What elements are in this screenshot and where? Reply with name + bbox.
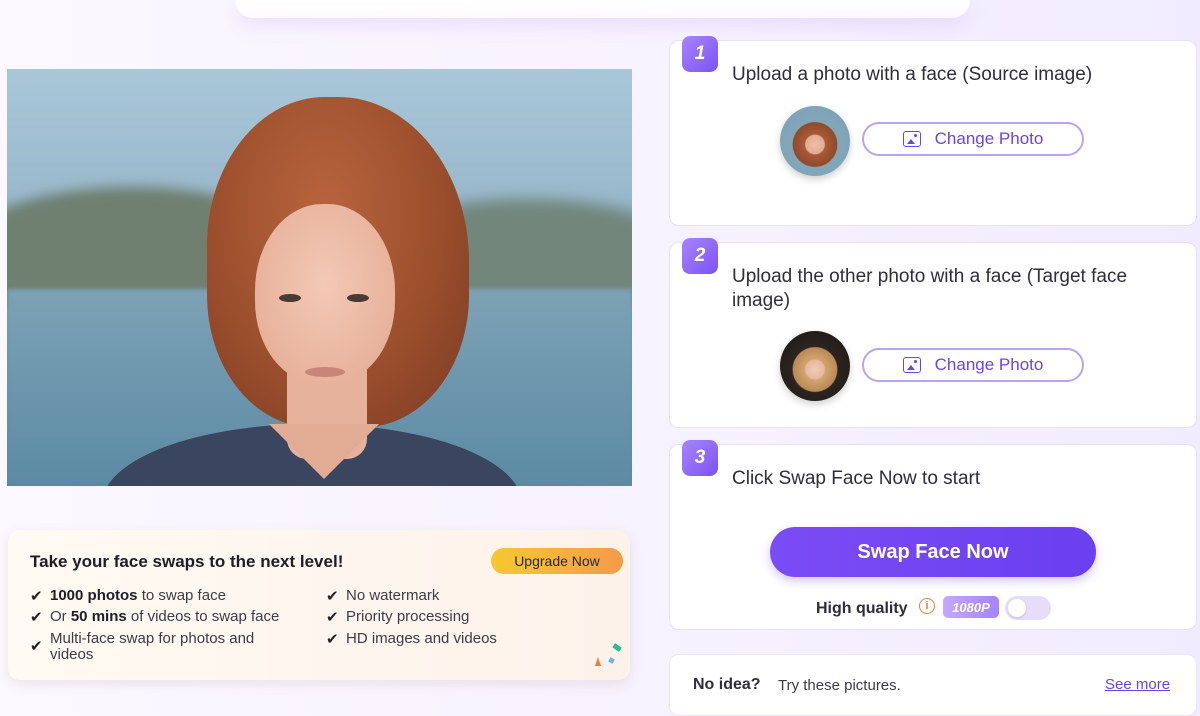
resolution-badge: 1080P (943, 596, 999, 618)
step-number-badge: 1 (682, 36, 718, 72)
high-quality-label: High quality (816, 600, 908, 617)
confetti-icon (612, 643, 622, 652)
upgrade-card: Take your face swaps to the next level! … (8, 530, 630, 680)
confetti-icon (595, 657, 601, 666)
image-icon (902, 357, 921, 373)
try-pictures-text: Try these pictures. (778, 677, 901, 694)
step-card-swap: 3 Click Swap Face Now to start Swap Face… (669, 440, 1197, 630)
sample-pictures-bar: No idea? Try these pictures. See more (669, 654, 1197, 716)
feature-item: ✔ Multi-face swap for photos and videos (30, 630, 255, 663)
upgrade-now-button[interactable]: Upgrade Now (491, 548, 623, 574)
feature-item: ✔ Priority processing (326, 608, 470, 626)
check-icon: ✔ (326, 609, 339, 626)
step-instruction: Upload a photo with a face (Source image… (732, 64, 1093, 85)
portrait-eye (347, 294, 369, 302)
swap-face-now-button[interactable]: Swap Face Now (770, 527, 1096, 577)
top-banner-edge (235, 0, 970, 18)
change-photo-label: Change Photo (934, 355, 1044, 374)
source-face-thumbnail[interactable] (780, 106, 850, 176)
change-target-photo-button[interactable]: Change Photo (862, 348, 1084, 382)
confetti-icon (608, 657, 615, 664)
feature-item: ✔ Or 50 mins of videos to swap face (30, 608, 280, 626)
no-idea-label: No idea? (693, 676, 761, 693)
feature-item: ✔ 1000 photos to swap face (30, 587, 226, 605)
preview-image (7, 69, 632, 486)
step-instruction: Upload the other photo with a face (Targ… (732, 266, 1128, 311)
portrait-eye (279, 294, 301, 302)
feature-item: ✔ No watermark (326, 587, 440, 605)
check-icon: ✔ (326, 631, 339, 648)
portrait-lips (305, 367, 345, 377)
change-source-photo-button[interactable]: Change Photo (862, 122, 1084, 156)
step-card-source: 1 Upload a photo with a face (Source ima… (669, 36, 1197, 226)
see-more-link[interactable]: See more (1105, 676, 1170, 693)
image-icon (902, 131, 921, 147)
check-icon: ✔ (30, 638, 43, 655)
high-quality-toggle[interactable] (1005, 596, 1051, 620)
step-instruction: Click Swap Face Now to start (732, 468, 981, 489)
info-icon[interactable]: i (919, 598, 935, 614)
portrait-neckline (269, 424, 379, 479)
step-number-badge: 3 (682, 440, 718, 476)
upgrade-title: Take your face swaps to the next level! (30, 552, 344, 571)
feature-item: ✔ HD images and videos (326, 630, 497, 648)
step-number-badge: 2 (682, 238, 718, 274)
toggle-knob (1008, 599, 1026, 617)
portrait-face (255, 204, 395, 384)
target-face-thumbnail[interactable] (780, 331, 850, 401)
check-icon: ✔ (326, 588, 339, 605)
check-icon: ✔ (30, 588, 43, 605)
check-icon: ✔ (30, 609, 43, 626)
change-photo-label: Change Photo (934, 129, 1044, 148)
step-card-target: 2 Upload the other photo with a face (Ta… (669, 238, 1197, 428)
